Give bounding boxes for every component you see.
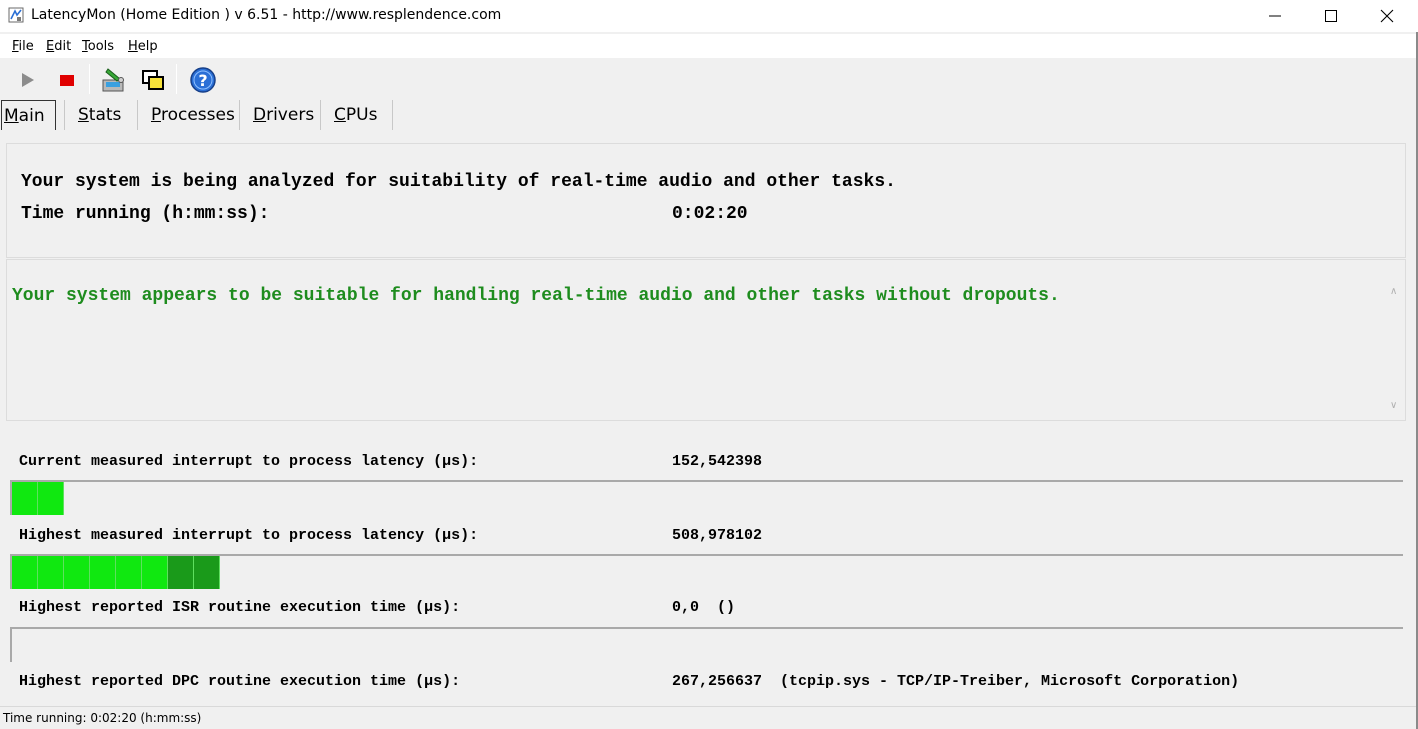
tab-separator xyxy=(64,100,65,130)
analyze-icon xyxy=(102,68,124,92)
tab-strip: Main Stats Processes Drivers CPUs xyxy=(0,98,1418,132)
tab-separator xyxy=(392,100,393,130)
tab-separator xyxy=(320,100,321,130)
play-icon xyxy=(22,73,34,87)
metric-label: Current measured interrupt to process la… xyxy=(19,453,479,470)
windows-button[interactable] xyxy=(140,65,168,95)
latency-bar xyxy=(10,627,1403,662)
analysis-panel: Your system is being analyzed for suitab… xyxy=(6,143,1406,258)
title-bar: LatencyMon (Home Edition ) v 6.51 - http… xyxy=(0,0,1418,32)
metrics-panel: Current measured interrupt to process la… xyxy=(6,424,1406,700)
help-icon: ? xyxy=(190,67,216,93)
latency-bar xyxy=(10,480,1403,515)
metric-value: 508,978102 xyxy=(672,527,763,544)
toolbar-separator xyxy=(89,64,90,94)
tab-stats[interactable]: Stats xyxy=(76,100,123,130)
toolbar-separator xyxy=(176,64,177,94)
tab-separator xyxy=(239,100,240,130)
minimize-icon xyxy=(1269,15,1281,17)
bar-segment xyxy=(38,556,64,589)
start-button[interactable] xyxy=(14,65,42,95)
menu-bar: File Edit Tools Help xyxy=(0,34,1418,58)
time-running-label: Time running (h:mm:ss): xyxy=(21,204,270,224)
metric-value: 0,0 () xyxy=(672,599,736,616)
verdict-panel: Your system appears to be suitable for h… xyxy=(6,259,1406,421)
menu-help[interactable]: Help xyxy=(128,39,158,54)
analysis-status-text: Your system is being analyzed for suitab… xyxy=(21,172,896,192)
bar-segment xyxy=(12,482,38,515)
bar-fill xyxy=(12,482,64,515)
bar-fill xyxy=(12,556,220,589)
maximize-button[interactable] xyxy=(1302,0,1359,32)
tab-separator xyxy=(137,100,138,130)
tab-drivers[interactable]: Drivers xyxy=(251,100,316,130)
bar-segment xyxy=(168,556,194,589)
bar-segment xyxy=(38,482,64,515)
analyze-button[interactable] xyxy=(100,65,128,95)
bar-segment xyxy=(116,556,142,589)
stop-button[interactable] xyxy=(53,65,81,95)
metric-value: 152,542398 xyxy=(672,453,763,470)
tab-processes[interactable]: Processes xyxy=(149,100,237,130)
metric-label: Highest reported ISR routine execution t… xyxy=(19,599,461,616)
status-text: Time running: 0:02:20 (h:mm:ss) xyxy=(3,711,202,725)
bar-segment xyxy=(194,556,220,589)
maximize-icon xyxy=(1325,10,1337,22)
tab-main[interactable]: Main xyxy=(1,100,56,130)
bar-segment xyxy=(142,556,168,589)
close-button[interactable] xyxy=(1358,0,1415,32)
help-button[interactable]: ? xyxy=(188,65,216,95)
menu-file[interactable]: File xyxy=(12,39,34,54)
windows-icon xyxy=(142,70,164,90)
menu-edit[interactable]: Edit xyxy=(46,39,71,54)
stop-icon xyxy=(60,75,74,86)
close-icon xyxy=(1380,9,1394,23)
minimize-button[interactable] xyxy=(1246,0,1303,32)
svg-text:?: ? xyxy=(198,71,207,90)
scroll-up-icon[interactable]: ∧ xyxy=(1390,286,1397,297)
bar-segment xyxy=(64,556,90,589)
window-title: LatencyMon (Home Edition ) v 6.51 - http… xyxy=(31,7,502,23)
toolbar: ? xyxy=(0,60,1418,98)
latencymon-app-icon xyxy=(8,7,24,23)
bar-segment xyxy=(90,556,116,589)
time-running-value: 0:02:20 xyxy=(672,204,748,224)
metric-label: Highest reported DPC routine execution t… xyxy=(19,673,461,690)
latency-bar xyxy=(10,554,1403,589)
verdict-text: Your system appears to be suitable for h… xyxy=(12,286,1060,306)
scroll-down-icon[interactable]: ∨ xyxy=(1390,400,1397,411)
metric-value: 267,256637 (tcpip.sys - TCP/IP-Treiber, … xyxy=(672,673,1240,690)
verdict-scrollbar[interactable]: ∧ ∨ xyxy=(1385,282,1403,420)
status-bar: Time running: 0:02:20 (h:mm:ss) xyxy=(0,706,1418,729)
menu-tools[interactable]: Tools xyxy=(82,39,114,54)
metric-label: Highest measured interrupt to process la… xyxy=(19,527,479,544)
bar-segment xyxy=(12,556,38,589)
tab-cpus[interactable]: CPUs xyxy=(332,100,379,130)
